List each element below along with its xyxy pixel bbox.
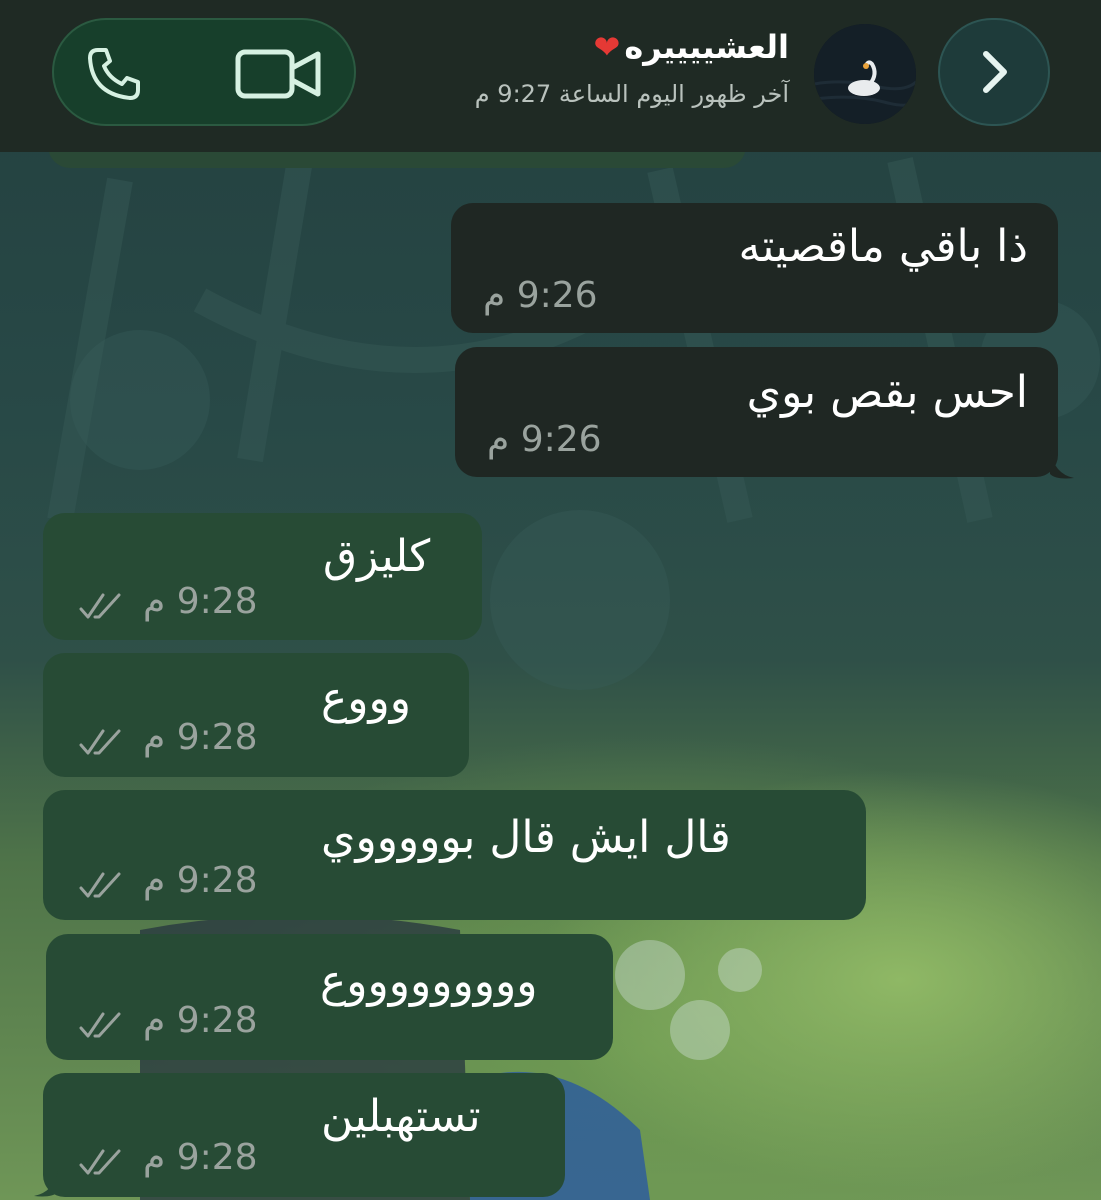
phone-icon[interactable] <box>84 44 144 104</box>
message-text: وووع <box>321 673 411 724</box>
outgoing-message-bubble[interactable]: وووووووووع 9:28 م <box>46 934 613 1060</box>
double-check-icon <box>79 1149 121 1175</box>
message-time: 9:28 م <box>143 1000 258 1041</box>
chat-header: العشييييره❤ آخر ظهور اليوم الساعة 9:27 م <box>0 0 1101 152</box>
last-seen-status: آخر ظهور اليوم الساعة 9:27 م <box>474 80 789 108</box>
message-text: تستهبلين <box>321 1091 481 1142</box>
outgoing-message-bubble[interactable]: تستهبلين 9:28 م <box>43 1073 565 1197</box>
message-time: 9:28 م <box>143 581 258 622</box>
double-check-icon <box>79 1012 121 1038</box>
message-time: 9:28 م <box>143 1137 258 1178</box>
message-text: احس بقص بوي <box>746 367 1028 418</box>
message-time: 9:26 م <box>483 275 598 316</box>
heart-icon: ❤ <box>593 28 621 66</box>
contact-name-text: العشييييره <box>624 28 789 66</box>
contact-avatar[interactable] <box>814 24 916 124</box>
video-call-icon[interactable] <box>234 44 324 104</box>
back-button[interactable] <box>938 18 1050 126</box>
bubble-tail <box>1050 450 1074 479</box>
incoming-message-bubble[interactable]: ذا باقي ماقصيته 9:26 م <box>451 203 1058 333</box>
double-check-icon <box>79 872 121 898</box>
message-text: وووووووووع <box>320 956 538 1007</box>
message-time: 9:26 م <box>487 419 602 460</box>
outgoing-message-bubble[interactable]: قال ايش قال بوووووي 9:28 م <box>43 790 866 920</box>
message-text: كليزق <box>323 531 431 582</box>
swan-avatar-icon <box>814 24 916 124</box>
message-time: 9:28 م <box>143 860 258 901</box>
call-actions-pill <box>52 18 356 126</box>
message-time: 9:28 م <box>143 717 258 758</box>
message-text: قال ايش قال بوووووي <box>321 812 731 863</box>
incoming-message-bubble[interactable]: احس بقص بوي 9:26 م <box>455 347 1058 477</box>
bubble-tail <box>34 1170 58 1197</box>
chevron-right-icon <box>983 51 1007 93</box>
outgoing-message-bubble[interactable]: كليزق 9:28 م <box>43 513 482 640</box>
outgoing-message-bubble[interactable]: وووع 9:28 م <box>43 653 469 777</box>
contact-name[interactable]: العشييييره❤ <box>594 28 789 66</box>
message-text: ذا باقي ماقصيته <box>738 221 1028 272</box>
double-check-icon <box>79 593 121 619</box>
double-check-icon <box>79 729 121 755</box>
